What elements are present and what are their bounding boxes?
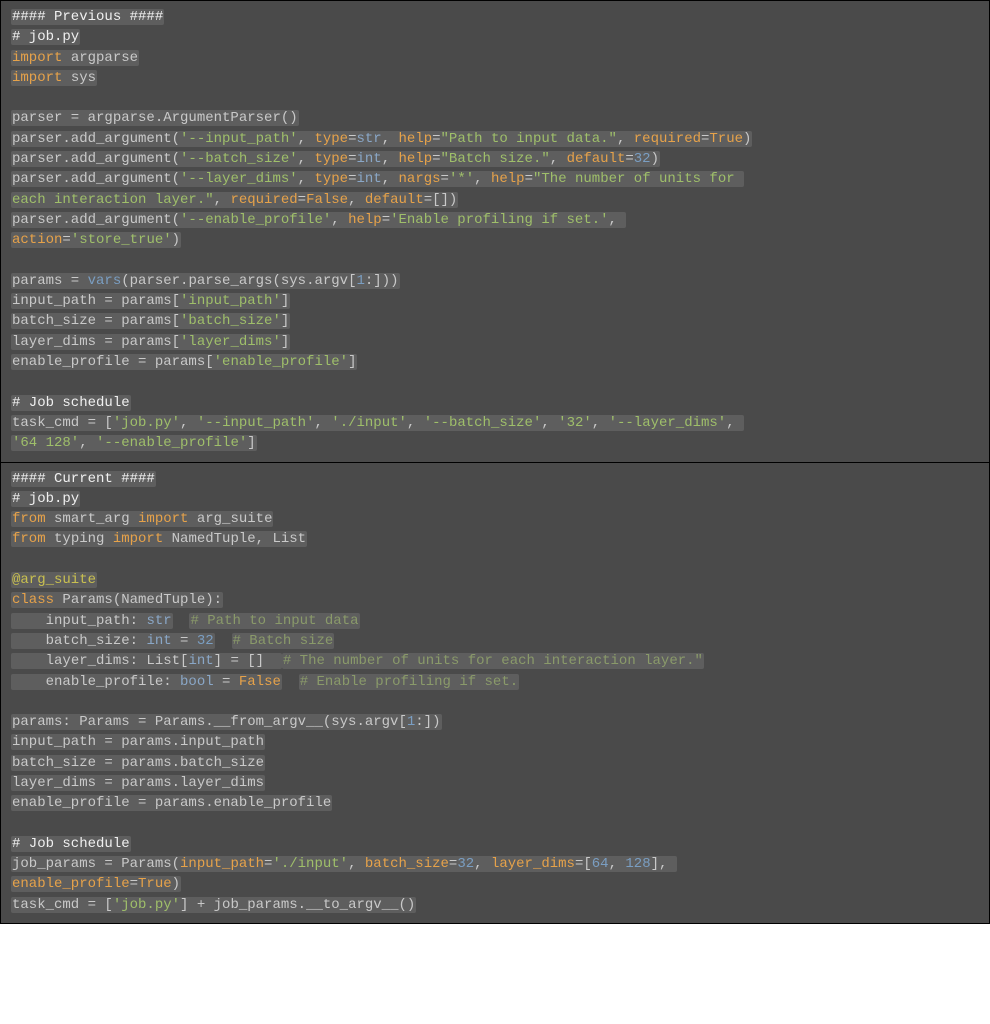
code-line: task_cmd = ['job.py', '--input_path', '.… [11, 413, 979, 433]
code-line: from typing import NamedTuple, List [11, 529, 979, 549]
code-line: enable_profile = params.enable_profile [11, 793, 979, 813]
code-line: '64 128', '--enable_profile'] [11, 433, 979, 453]
code-line: batch_size = params.batch_size [11, 753, 979, 773]
code-line: # Job schedule [11, 393, 979, 413]
code-line: parser.add_argument('--layer_dims', type… [11, 169, 979, 189]
code-line: parser.add_argument('--enable_profile', … [11, 210, 979, 230]
code-line: layer_dims: List[int] = [] # The number … [11, 651, 979, 671]
code-line: import argparse [11, 48, 979, 68]
code-line: class Params(NamedTuple): [11, 590, 979, 610]
code-line: job_params = Params(input_path='./input'… [11, 854, 979, 874]
heading-current: #### Current #### [11, 469, 979, 489]
code-line: import sys [11, 68, 979, 88]
code-line: # Job schedule [11, 834, 979, 854]
code-line: @arg_suite [11, 570, 979, 590]
code-line: action='store_true') [11, 230, 979, 250]
code-line: # job.py [11, 27, 979, 47]
code-panel-current: #### Current #### # job.py from smart_ar… [0, 463, 990, 925]
code-line: batch_size: int = 32 # Batch size [11, 631, 979, 651]
code-line: input_path = params['input_path'] [11, 291, 979, 311]
code-line: enable_profile = params['enable_profile'… [11, 352, 979, 372]
code-line: parser.add_argument('--batch_size', type… [11, 149, 979, 169]
code-line: # job.py [11, 489, 979, 509]
code-line: enable_profile=True) [11, 874, 979, 894]
code-line: from smart_arg import arg_suite [11, 509, 979, 529]
code-line: layer_dims = params['layer_dims'] [11, 332, 979, 352]
code-line: enable_profile: bool = False # Enable pr… [11, 672, 979, 692]
code-line: params = vars(parser.parse_args(sys.argv… [11, 271, 979, 291]
code-line: layer_dims = params.layer_dims [11, 773, 979, 793]
code-line: input_path = params.input_path [11, 732, 979, 752]
code-line: each interaction layer.", required=False… [11, 190, 979, 210]
code-line: task_cmd = ['job.py'] + job_params.__to_… [11, 895, 979, 915]
code-line: batch_size = params['batch_size'] [11, 311, 979, 331]
heading-previous: #### Previous #### [11, 7, 979, 27]
code-line: params: Params = Params.__from_argv__(sy… [11, 712, 979, 732]
code-line: input_path: str # Path to input data [11, 611, 979, 631]
code-line: parser.add_argument('--input_path', type… [11, 129, 979, 149]
code-line: parser = argparse.ArgumentParser() [11, 108, 979, 128]
code-panel-previous: #### Previous #### # job.py import argpa… [0, 0, 990, 463]
